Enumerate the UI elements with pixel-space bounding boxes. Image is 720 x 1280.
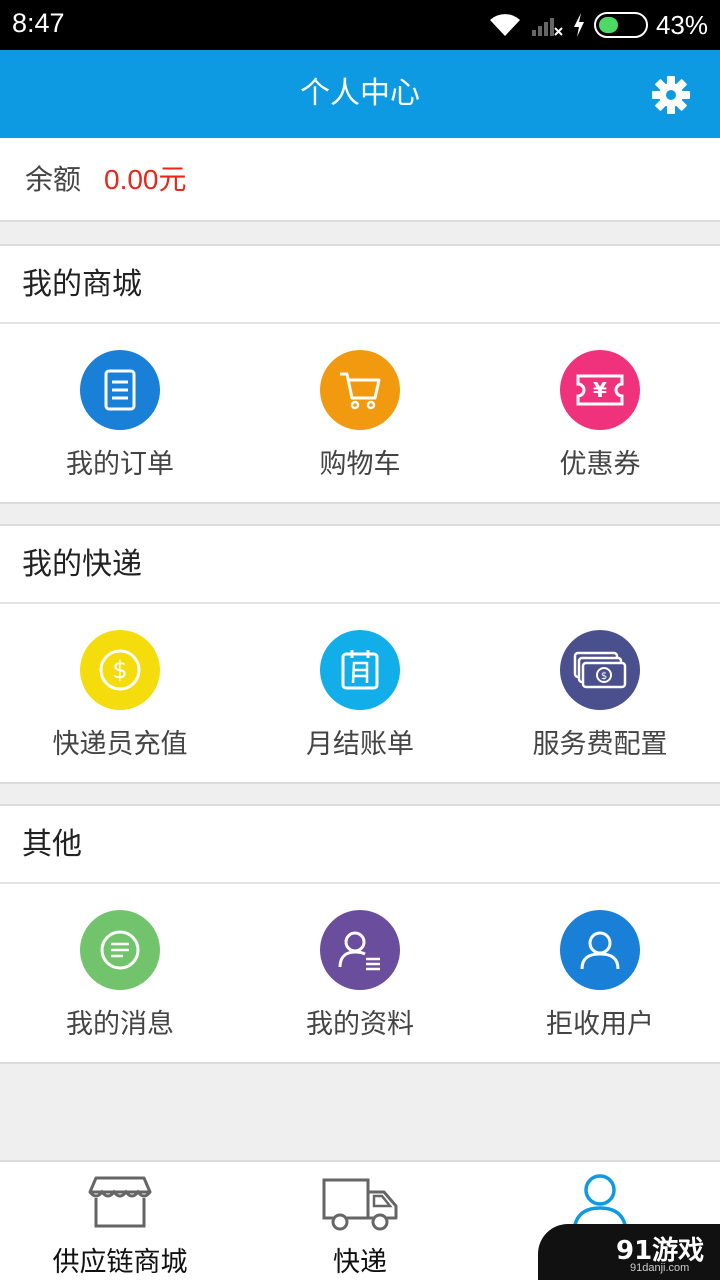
wifi-icon [489, 14, 520, 36]
message-icon [80, 910, 160, 990]
status-time: 8:47 [12, 8, 65, 38]
menu-item-my-profile[interactable]: 我的资料 [240, 884, 480, 1062]
section-title: 我的商城 [0, 246, 720, 324]
gear-icon[interactable] [652, 76, 690, 114]
battery-icon [593, 12, 648, 38]
menu-item-shopping-cart[interactable]: 购物车 [240, 324, 480, 502]
menu-item-monthly-bill[interactable]: 月结账单 [240, 604, 480, 782]
menu-item-label: 我的订单 [66, 449, 174, 480]
signal-icon [531, 18, 563, 36]
shopping-cart-icon [320, 350, 400, 430]
menu-item-rejected-users[interactable]: 拒收用户 [480, 884, 720, 1062]
menu-item-label: 拒收用户 [546, 1009, 654, 1040]
site-watermark: 91游戏 91danji.com [538, 1224, 720, 1280]
tab-label: 供应链商城 [52, 1247, 188, 1278]
status-bar: 8:47 43% [0, 0, 720, 50]
menu-item-courier-recharge[interactable]: $ 快递员充值 [0, 604, 240, 782]
menu-item-label: 快递员充值 [52, 729, 188, 760]
status-indicators: 43% [488, 7, 708, 43]
tab-supply-chain-mall[interactable]: 供应链商城 [0, 1162, 240, 1280]
section-title: 我的快递 [0, 526, 720, 604]
menu-item-label: 月结账单 [306, 729, 414, 760]
balance-label: 余额 [25, 163, 82, 196]
app-header: 个人中心 [0, 50, 720, 138]
section-my-mall: 我的商城 我的订单 购物车 ¥ 优惠券 [0, 244, 720, 504]
menu-item-label: 优惠券 [559, 449, 641, 480]
monthly-calendar-icon [320, 630, 400, 710]
svg-text:$: $ [601, 671, 607, 682]
menu-item-label: 服务费配置 [532, 729, 668, 760]
svg-text:¥: ¥ [593, 378, 607, 402]
balance-value: 0.00元 [104, 164, 187, 195]
section-grid: 我的消息 我的资料 拒收用户 [0, 884, 720, 1062]
section-other: 其他 我的消息 我的资料 拒收用户 [0, 804, 720, 1064]
charging-bolt-icon [573, 13, 584, 37]
section-title: 其他 [0, 806, 720, 884]
menu-item-my-orders[interactable]: 我的订单 [0, 324, 240, 502]
section-my-express: 我的快递 $ 快递员充值 月结账单 $ 服务费配置 [0, 524, 720, 784]
balance-row[interactable]: 余额 0.00元 [0, 138, 720, 222]
menu-item-service-fee-config[interactable]: $ 服务费配置 [480, 604, 720, 782]
dollar-coin-icon: $ [80, 630, 160, 710]
tab-express[interactable]: 快递 [240, 1162, 480, 1280]
user-icon [560, 910, 640, 990]
watermark-url: 91danji.com [630, 1262, 690, 1274]
delivery-truck-icon [322, 1178, 398, 1231]
page-title: 个人中心 [300, 76, 420, 111]
battery-percent: 43% [655, 9, 708, 40]
menu-item-my-messages[interactable]: 我的消息 [0, 884, 240, 1062]
banknotes-icon: $ [560, 630, 640, 710]
tab-label: 快递 [333, 1247, 387, 1278]
store-icon [88, 1176, 152, 1228]
section-grid: $ 快递员充值 月结账单 $ 服务费配置 [0, 604, 720, 782]
menu-item-label: 购物车 [319, 449, 401, 480]
menu-item-label: 我的消息 [66, 1009, 174, 1040]
order-list-icon [80, 350, 160, 430]
coupon-icon: ¥ [560, 350, 640, 430]
section-grid: 我的订单 购物车 ¥ 优惠券 [0, 324, 720, 502]
menu-item-coupons[interactable]: ¥ 优惠券 [480, 324, 720, 502]
user-profile-icon [320, 910, 400, 990]
svg-text:$: $ [112, 656, 127, 684]
menu-item-label: 我的资料 [306, 1009, 414, 1040]
